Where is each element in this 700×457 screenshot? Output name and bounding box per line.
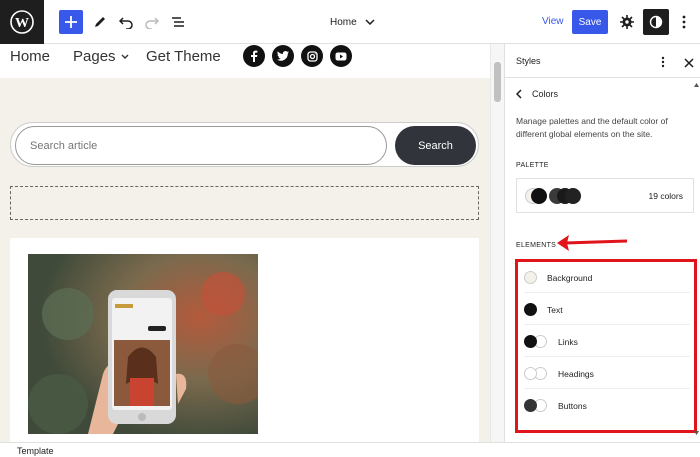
post-featured-image[interactable] [28, 254, 258, 434]
instagram-icon[interactable] [301, 45, 323, 67]
editor-canvas: Home Pages Get Theme Search [0, 44, 490, 442]
post-card [10, 238, 479, 442]
twitter-icon[interactable] [272, 45, 294, 67]
element-label: Headings [558, 368, 594, 379]
breadcrumb-template[interactable]: Template [17, 446, 54, 456]
palette-swatch [531, 188, 547, 204]
element-label: Text [547, 304, 563, 315]
status-footer: Template [0, 442, 700, 457]
screen-title: Colors [532, 89, 559, 99]
top-toolbar: W Home View Save [0, 0, 700, 44]
document-title[interactable]: Home [330, 14, 375, 30]
search-block: Search [10, 122, 479, 167]
element-label: Links [558, 336, 578, 347]
canvas-scrollbar-thumb[interactable] [494, 62, 501, 102]
nav-item-home[interactable]: Home [10, 48, 50, 65]
element-label: Background [547, 272, 593, 283]
search-input[interactable] [15, 126, 387, 165]
settings-gear-icon[interactable] [615, 10, 639, 34]
wordpress-logo-icon[interactable]: W [0, 0, 44, 44]
nav-item-get-theme[interactable]: Get Theme [146, 48, 221, 65]
close-icon[interactable] [684, 55, 694, 73]
colors-description: Manage palettes and the default color of… [516, 116, 668, 139]
color-indicator [524, 366, 548, 381]
block-inserter-button[interactable] [59, 10, 83, 34]
sidebar-header: Styles [505, 44, 700, 78]
styles-contrast-icon[interactable] [643, 9, 669, 35]
element-item-background[interactable]: Background [524, 263, 690, 293]
palette-button[interactable]: 19 colors [516, 178, 694, 213]
palette-heading: PALETTE [516, 162, 549, 169]
undo-icon[interactable] [114, 10, 138, 34]
color-indicator [524, 399, 548, 413]
chevron-down-icon [121, 54, 129, 59]
element-item-headings[interactable]: Headings [524, 359, 690, 389]
view-button[interactable]: View [542, 16, 564, 27]
site-editor: W Home View Save Home Pages Get Theme Se… [0, 0, 700, 457]
facebook-icon[interactable] [243, 45, 265, 67]
annotation-arrow-icon [557, 235, 628, 251]
elements-list: Background Text Links Headings Buttons [515, 259, 697, 433]
list-view-icon[interactable] [166, 10, 190, 34]
redo-icon[interactable] [140, 10, 164, 34]
back-to-styles-button[interactable]: Colors [516, 89, 558, 99]
sidebar-title: Styles [516, 56, 541, 66]
color-indicator [524, 334, 548, 349]
empty-block-placeholder[interactable] [10, 186, 479, 220]
save-button[interactable]: Save [572, 10, 608, 34]
palette-count: 19 colors [648, 191, 684, 201]
element-label: Buttons [558, 401, 587, 411]
search-button[interactable]: Search [395, 126, 476, 165]
youtube-icon[interactable] [330, 45, 352, 67]
element-item-links[interactable]: Links [524, 327, 690, 357]
chevron-left-icon [516, 89, 522, 99]
canvas-scrollbar[interactable] [490, 44, 504, 442]
site-navigation: Home Pages Get Theme [0, 44, 490, 78]
sidebar-scrollbar[interactable] [693, 79, 700, 442]
more-options-icon[interactable] [672, 10, 696, 34]
color-indicator [524, 303, 537, 316]
tools-pencil-icon[interactable] [88, 10, 112, 34]
element-item-text[interactable]: Text [524, 295, 690, 325]
nav-item-pages-label: Pages [73, 48, 116, 65]
palette-swatch [565, 188, 581, 204]
svg-text:W: W [15, 16, 29, 31]
styles-sidebar: Styles Colors Manage palettes and the de… [504, 44, 700, 442]
nav-item-pages[interactable]: Pages [73, 48, 129, 65]
sidebar-options-icon[interactable] [661, 55, 665, 73]
chevron-down-icon [365, 19, 375, 25]
document-title-label: Home [330, 16, 357, 28]
elements-heading: ELEMENTS [516, 242, 557, 249]
element-item-buttons[interactable]: Buttons [524, 391, 690, 421]
color-indicator [524, 271, 537, 284]
